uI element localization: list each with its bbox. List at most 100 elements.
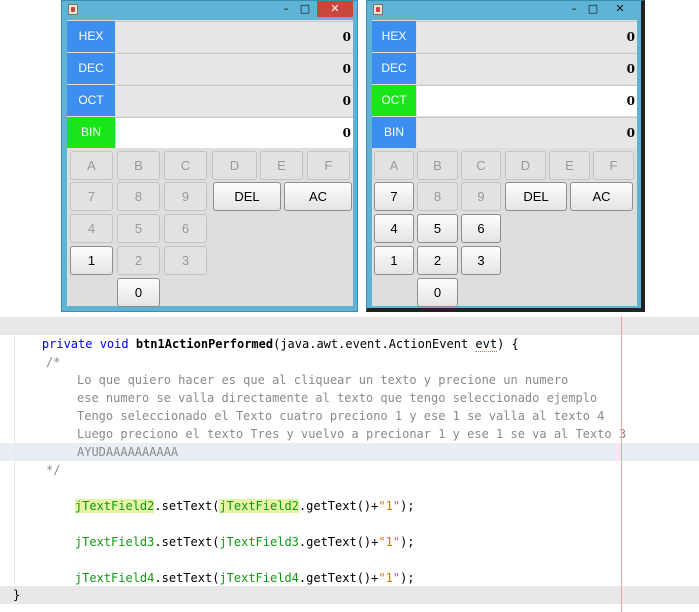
- minimize-button[interactable]: –: [566, 1, 582, 17]
- key-e[interactable]: E: [260, 151, 303, 180]
- key-e[interactable]: E: [549, 151, 590, 180]
- oct-field[interactable]: 0: [116, 85, 353, 116]
- key-0[interactable]: 0: [417, 278, 458, 307]
- oct-label[interactable]: OCT: [67, 85, 115, 116]
- key-9[interactable]: 9: [461, 182, 501, 211]
- key-c[interactable]: C: [164, 151, 207, 180]
- closing-brace-line[interactable]: }: [0, 586, 699, 604]
- key-b[interactable]: B: [417, 151, 458, 180]
- comment-line-5[interactable]: AYUDAAAAAAAAAA: [0, 443, 699, 461]
- statement-end: );: [400, 535, 415, 549]
- calculator-window-1: – □ ✕ HEX 0 DEC 0 OCT 0 BIN 0 A B C D E …: [61, 0, 358, 312]
- gettext-call: .getText()+: [298, 499, 379, 513]
- method-signature-line[interactable]: private void btn1ActionPerformed(java.aw…: [0, 317, 699, 352]
- key-a[interactable]: A: [374, 151, 414, 180]
- keyword-private-void: private void: [41, 337, 136, 351]
- gettext-call: .getText()+: [298, 535, 379, 549]
- bin-label[interactable]: BIN: [372, 117, 416, 148]
- calculator-panel: HEX 0 DEC 0 OCT 0 BIN 0 A B C D E F 7 8 …: [67, 20, 353, 307]
- comment-close-line[interactable]: */: [0, 461, 699, 479]
- key-6[interactable]: 6: [164, 214, 207, 243]
- field-jtextfield3: jTextField3: [74, 535, 155, 549]
- comment-line-4[interactable]: Luego preciono el texto Tres y vuelvo a …: [0, 425, 699, 443]
- statement-end: );: [400, 499, 415, 513]
- field-jtextfield2: jTextField2: [74, 499, 155, 513]
- key-a[interactable]: A: [70, 151, 113, 180]
- key-2[interactable]: 2: [417, 246, 458, 275]
- hex-label[interactable]: HEX: [67, 21, 115, 52]
- oct-field[interactable]: 0: [417, 85, 637, 116]
- key-1[interactable]: 1: [70, 246, 113, 275]
- key-6[interactable]: 6: [461, 214, 501, 243]
- bin-label[interactable]: BIN: [67, 117, 115, 148]
- hex-label[interactable]: HEX: [372, 21, 416, 52]
- signature-end: ) {: [497, 337, 519, 351]
- ac-button[interactable]: AC: [284, 182, 352, 211]
- string-literal: "1": [378, 571, 401, 585]
- dec-label[interactable]: DEC: [67, 53, 115, 84]
- statement-end: );: [400, 571, 415, 585]
- key-5[interactable]: 5: [117, 214, 160, 243]
- string-literal: "1": [378, 535, 401, 549]
- settext-call: .setText(: [154, 499, 220, 513]
- key-3[interactable]: 3: [461, 246, 501, 275]
- field-jtextfield4: jTextField4: [74, 571, 155, 585]
- minimize-button[interactable]: –: [278, 1, 294, 17]
- oct-label[interactable]: OCT: [372, 85, 416, 116]
- close-button[interactable]: ✕: [605, 1, 635, 17]
- key-b[interactable]: B: [117, 151, 160, 180]
- statement-line-2[interactable]: jTextField3.setText(jTextField3.getText(…: [0, 515, 699, 549]
- del-button[interactable]: DEL: [505, 182, 567, 211]
- key-f[interactable]: F: [307, 151, 350, 180]
- indent-guide: [14, 336, 15, 584]
- comment-line-2[interactable]: ese numero se valla directamente al text…: [0, 389, 699, 407]
- key-9[interactable]: 9: [164, 182, 207, 211]
- key-1[interactable]: 1: [374, 246, 414, 275]
- key-f[interactable]: F: [593, 151, 634, 180]
- code-editor[interactable]: private void btn1ActionPerformed(java.aw…: [0, 316, 699, 612]
- field-jtextfield2-arg: jTextField2: [219, 499, 299, 513]
- statement-line-1[interactable]: jTextField2.setText(jTextField2.getText(…: [0, 479, 699, 513]
- settext-call: .setText(: [154, 571, 220, 585]
- dec-field[interactable]: 0: [417, 53, 637, 84]
- statement-line-3[interactable]: jTextField4.setText(jTextField4.getText(…: [0, 551, 699, 585]
- del-button[interactable]: DEL: [213, 182, 281, 211]
- key-7[interactable]: 7: [374, 182, 414, 211]
- comment-open-line[interactable]: /*: [0, 353, 699, 371]
- java-app-icon: [68, 4, 78, 15]
- key-8[interactable]: 8: [417, 182, 458, 211]
- key-7[interactable]: 7: [70, 182, 113, 211]
- key-4[interactable]: 4: [70, 214, 113, 243]
- hex-field[interactable]: 0: [116, 21, 353, 52]
- bin-field[interactable]: 0: [116, 117, 353, 148]
- right-margin-guide: [621, 316, 622, 612]
- key-4[interactable]: 4: [374, 214, 414, 243]
- bin-field[interactable]: 0: [417, 117, 637, 148]
- key-5[interactable]: 5: [417, 214, 458, 243]
- string-literal: "1": [378, 499, 401, 513]
- close-button[interactable]: ✕: [317, 1, 353, 17]
- maximize-button[interactable]: □: [297, 1, 313, 17]
- key-2[interactable]: 2: [117, 246, 160, 275]
- comment-line-1[interactable]: Lo que quiero hacer es que al cliquear u…: [0, 371, 699, 389]
- title-bar[interactable]: – □ ✕: [62, 1, 357, 19]
- field-jtextfield3-arg: jTextField3: [219, 535, 299, 549]
- key-0[interactable]: 0: [117, 278, 160, 307]
- key-8[interactable]: 8: [117, 182, 160, 211]
- ac-button[interactable]: AC: [570, 182, 633, 211]
- key-3[interactable]: 3: [164, 246, 207, 275]
- dec-field[interactable]: 0: [116, 53, 353, 84]
- maximize-button[interactable]: □: [585, 1, 601, 17]
- calculator-window-2: – □ ✕ HEX 0 DEC 0 OCT 0 BIN 0 A B C D E …: [366, 0, 645, 312]
- dec-label[interactable]: DEC: [372, 53, 416, 84]
- calculator-panel: HEX 0 DEC 0 OCT 0 BIN 0 A B C D E F 7 8 …: [372, 20, 637, 307]
- comment-line-3[interactable]: Tengo seleccionado el Texto cuatro preci…: [0, 407, 699, 425]
- gettext-call: .getText()+: [298, 571, 379, 585]
- hex-field[interactable]: 0: [417, 21, 637, 52]
- title-bar[interactable]: – □ ✕: [367, 1, 641, 19]
- java-app-icon: [373, 4, 383, 15]
- key-c[interactable]: C: [461, 151, 501, 180]
- key-d[interactable]: D: [505, 151, 546, 180]
- settext-call: .setText(: [154, 535, 220, 549]
- key-d[interactable]: D: [212, 151, 257, 180]
